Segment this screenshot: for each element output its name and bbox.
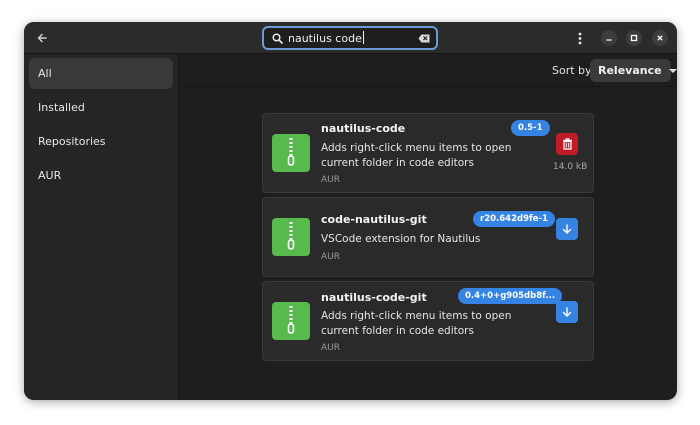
sort-bar: Sort by Relevance	[180, 54, 677, 87]
package-card[interactable]: nautilus-code 0.5-1 Adds right-click men…	[262, 113, 594, 193]
package-card[interactable]: nautilus-code-git 0.4+0+g905db8f... Adds…	[262, 281, 594, 361]
sidebar-item-installed[interactable]: Installed	[29, 92, 173, 123]
download-icon	[562, 223, 572, 234]
version-badge: 0.4+0+g905db8f...	[458, 288, 563, 304]
package-description: Adds right-click menu items to open curr…	[321, 310, 512, 337]
search-icon	[268, 28, 286, 48]
package-repo: AUR	[321, 343, 340, 353]
archive-icon	[272, 218, 310, 256]
sidebar-item-label: All	[38, 67, 52, 80]
sidebar-item-repositories[interactable]: Repositories	[29, 126, 173, 157]
back-button[interactable]	[32, 28, 52, 48]
trash-icon	[562, 138, 572, 150]
package-name: code-nautilus-git	[321, 213, 427, 226]
results-pane: Sort by Relevance nautilus-code 0.5-1 Ad…	[180, 54, 677, 400]
sort-label: Sort by	[552, 64, 592, 77]
search-input-text: nautilus code	[288, 32, 362, 45]
maximize-icon	[630, 34, 638, 42]
download-icon	[562, 306, 572, 317]
close-icon	[657, 35, 663, 41]
archive-icon	[272, 302, 310, 340]
install-button[interactable]	[556, 218, 578, 240]
sort-selected-value: Relevance	[598, 64, 662, 77]
search-field[interactable]: nautilus code	[262, 26, 438, 50]
version-badge: 0.5-1	[511, 120, 550, 136]
clear-text-icon[interactable]	[416, 30, 432, 46]
remove-button[interactable]	[556, 133, 578, 155]
install-size: 14.0 kB	[553, 162, 588, 172]
package-name: nautilus-code-git	[321, 291, 427, 304]
back-arrow-icon	[37, 33, 47, 43]
package-name: nautilus-code	[321, 122, 406, 135]
minimize-button[interactable]	[601, 30, 617, 46]
package-repo: AUR	[321, 175, 340, 185]
chevron-down-icon	[668, 68, 677, 73]
kebab-menu-icon	[578, 32, 582, 44]
package-card[interactable]: code-nautilus-git r20.642d9fe-1 VSCode e…	[262, 197, 594, 277]
sidebar-item-all[interactable]: All	[29, 58, 173, 89]
sidebar-item-label: AUR	[38, 169, 62, 182]
sort-dropdown[interactable]: Relevance	[590, 59, 677, 82]
sidebar-item-label: Installed	[38, 101, 85, 114]
minimize-icon	[606, 39, 612, 41]
package-description: Adds right-click menu items to open curr…	[321, 142, 512, 169]
search-input[interactable]: nautilus code	[288, 31, 416, 45]
package-description: VSCode extension for Nautilus	[321, 233, 481, 245]
maximize-button[interactable]	[626, 30, 642, 46]
sidebar-item-aur[interactable]: AUR	[29, 160, 173, 191]
version-badge: r20.642d9fe-1	[473, 211, 555, 227]
header-bar: nautilus code	[24, 22, 677, 54]
sidebar: All Installed Repositories AUR	[24, 54, 179, 400]
close-button[interactable]	[652, 30, 668, 46]
package-repo: AUR	[321, 252, 340, 262]
app-window: nautilus code All Installed Repositories…	[24, 22, 677, 400]
archive-icon	[272, 134, 310, 172]
sidebar-item-label: Repositories	[38, 135, 106, 148]
install-button[interactable]	[556, 301, 578, 323]
main-menu-button[interactable]	[570, 28, 590, 48]
